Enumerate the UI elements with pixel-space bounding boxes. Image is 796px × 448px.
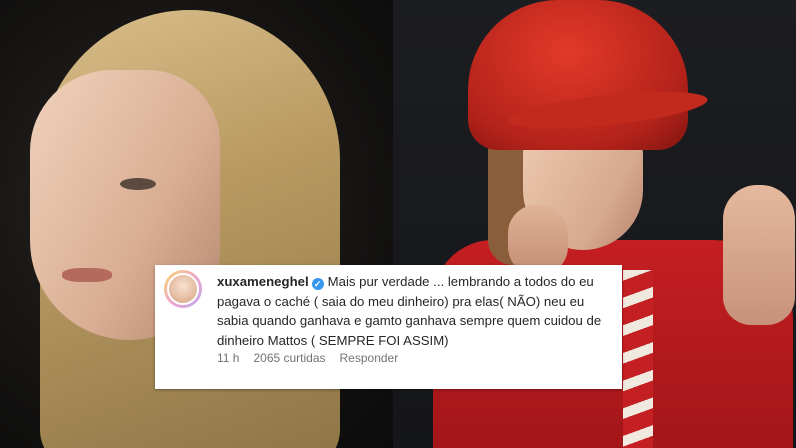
comment-time[interactable]: 11 h [217, 351, 239, 365]
verified-badge-icon: ✓ [311, 278, 324, 290]
raised-hand-shape [723, 185, 795, 325]
reply-button[interactable]: Responder [340, 351, 399, 365]
eye-shape [120, 178, 156, 190]
lips-shape [62, 268, 112, 282]
comment-meta: 11 h 2065 curtidas Responder [217, 351, 398, 365]
comment-card: xuxameneghel ✓ Mais pur verdade ... lembra… [155, 265, 622, 389]
comment-username[interactable]: xuxameneghel [217, 274, 309, 289]
avatar-image [167, 273, 199, 305]
comment-body: xuxameneghel ✓ Mais pur verdade ... lembra… [217, 272, 612, 350]
avatar[interactable] [164, 270, 202, 308]
comment-likes[interactable]: 2065 curtidas [253, 351, 325, 365]
jacket-trim-shape [623, 270, 653, 448]
